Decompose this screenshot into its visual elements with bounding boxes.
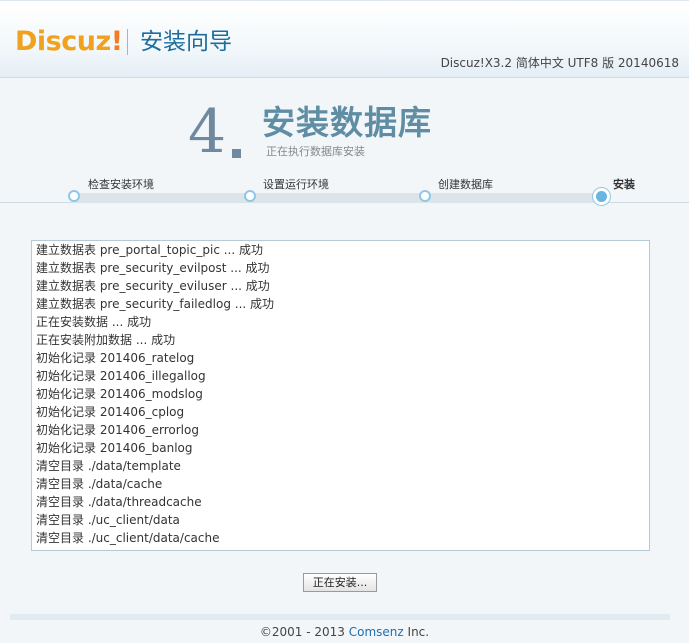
log-line: 建立数据表 pre_security_evilpost ... 成功 (36, 261, 270, 275)
log-line: 清空目录 ./data/threadcache (36, 495, 202, 509)
log-line: 建立数据表 pre_portal_topic_pic ... 成功 (36, 243, 263, 257)
install-log[interactable]: 建立数据表 pre_portal_topic_pic ... 成功 建立数据表 … (31, 240, 650, 551)
footer-company-link[interactable]: Comsenz (349, 625, 404, 639)
log-line: 正在安装附加数据 ... 成功 (36, 333, 176, 347)
wizard-title: 安装向导 (140, 29, 232, 55)
logo-text: Discuz (15, 26, 111, 57)
progress-step-3-label: 创建数据库 (438, 178, 493, 191)
log-line: 初始化记录 201406_illegallog (36, 369, 206, 383)
footer-copyright: ©2001 - 2013 (259, 625, 349, 639)
log-line: 初始化记录 201406_ratelog (36, 351, 195, 365)
log-line: 建立数据表 pre_security_failedlog ... 成功 (36, 297, 275, 311)
progress-step-1-marker (68, 190, 80, 202)
log-line: 初始化记录 201406_cplog (36, 405, 185, 419)
step-number-dot (232, 149, 241, 158)
discuz-logo: Discuz! (15, 25, 123, 59)
progress-step-3-marker (419, 190, 431, 202)
step-subtitle: 正在执行数据库安装 (266, 145, 365, 158)
log-line: 初始化记录 201406_modslog (36, 387, 203, 401)
log-line: 建立数据表 pre_security_eviluser ... 成功 (36, 279, 270, 293)
progress-step-2-label: 设置运行环境 (263, 178, 329, 191)
installing-button[interactable]: 正在安装... (303, 573, 377, 592)
step-number: 4 (188, 97, 227, 167)
progress-step-2-marker (244, 190, 256, 202)
footer-divider (10, 614, 670, 620)
logo-separator (127, 29, 128, 55)
log-line: 正在安装数据 ... 成功 (36, 315, 152, 329)
log-line: 初始化记录 201406_errorlog (36, 423, 199, 437)
step-title: 安装数据库 (262, 103, 432, 142)
log-line: 清空目录 ./uc_client/data (36, 513, 180, 527)
logo-mark: ! (110, 26, 123, 57)
progress-step-4-marker (593, 188, 610, 205)
version-info: Discuz!X3.2 简体中文 UTF8 版 20140618 (440, 56, 679, 70)
progress-step-4-label: 安装 (613, 178, 635, 191)
progress-step-1-label: 检查安装环境 (88, 178, 154, 191)
log-line: 清空目录 ./uc_client/data/cache (36, 531, 220, 545)
header: Discuz! 安装向导 Discuz!X3.2 简体中文 UTF8 版 201… (0, 0, 689, 78)
log-line: 初始化记录 201406_banlog (36, 441, 193, 455)
progress-track (72, 193, 605, 203)
log-line: 清空目录 ./data/template (36, 459, 181, 473)
footer-suffix: Inc. (403, 625, 430, 639)
footer: ©2001 - 2013 Comsenz Inc. (0, 624, 689, 640)
log-line: 清空目录 ./data/cache (36, 477, 163, 491)
